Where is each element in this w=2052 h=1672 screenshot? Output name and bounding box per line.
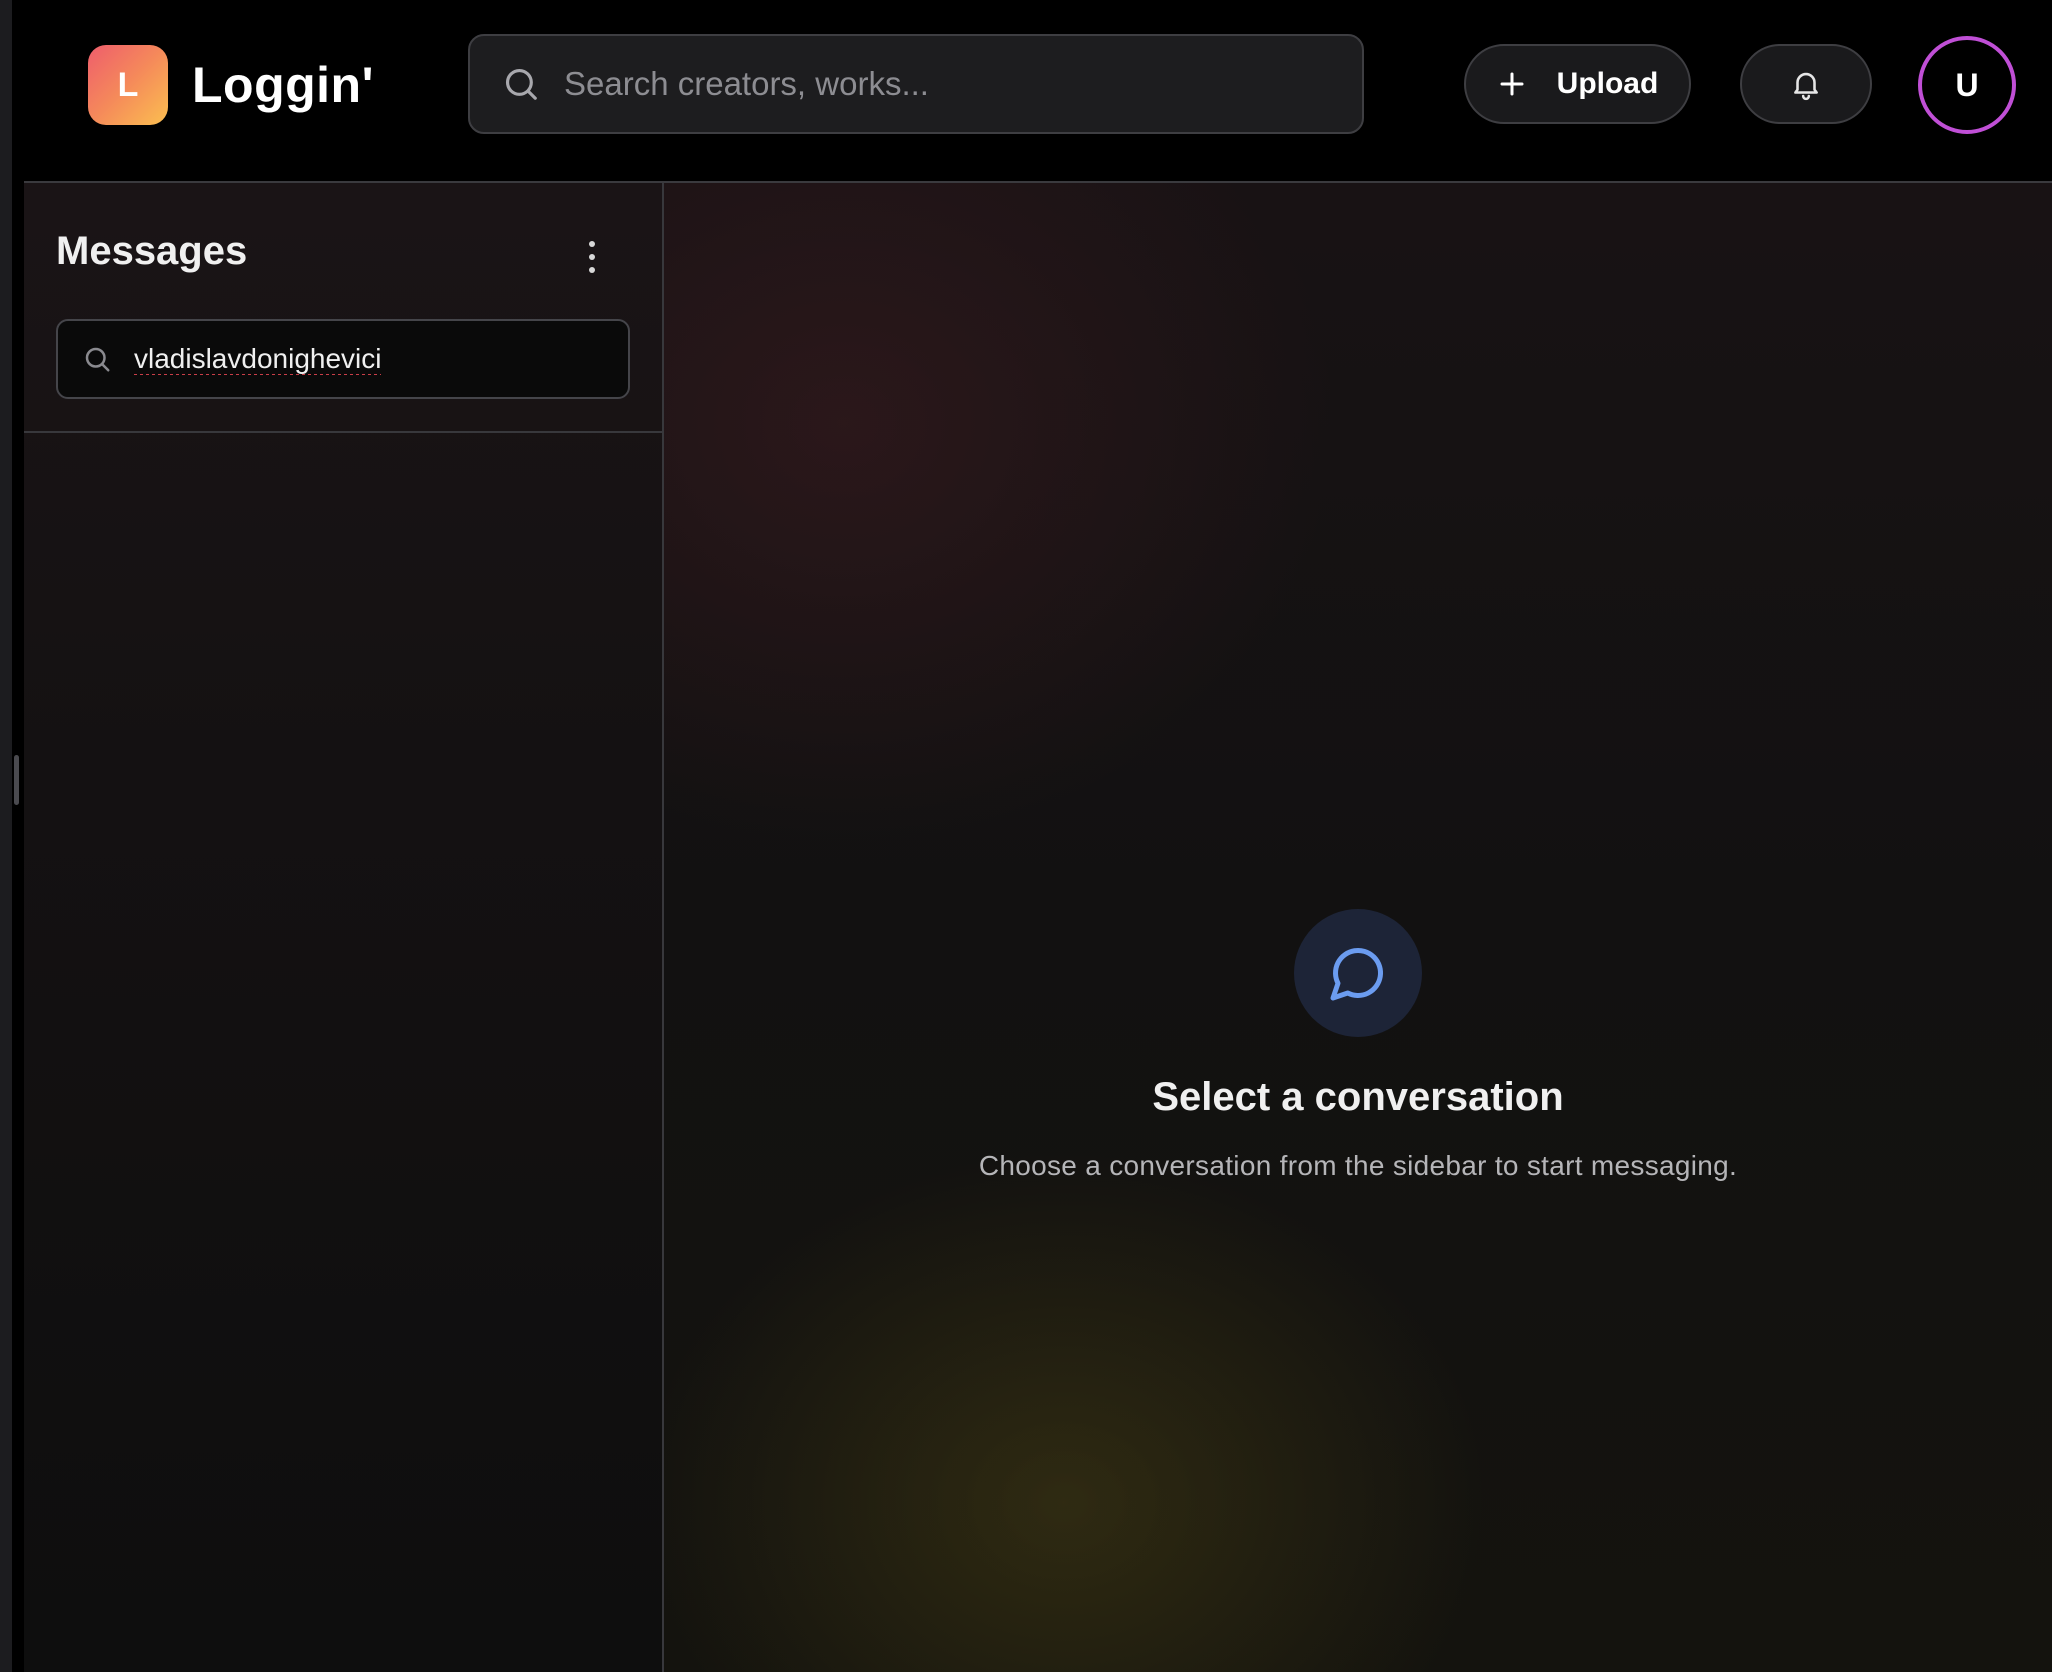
empty-state-icon-wrap <box>1294 909 1422 1037</box>
window-edge <box>0 0 12 1672</box>
search-icon <box>505 68 537 100</box>
empty-state-title: Select a conversation <box>1152 1075 1564 1119</box>
resize-handle[interactable] <box>14 755 19 805</box>
avatar-initial: U <box>1955 66 1979 103</box>
global-search[interactable] <box>468 34 1364 134</box>
message-circle-icon <box>1330 947 1384 1001</box>
sidebar-title: Messages <box>56 229 248 273</box>
upload-button[interactable]: Upload <box>1464 44 1691 124</box>
sidebar-header: Messages <box>24 183 662 433</box>
global-search-input[interactable] <box>564 65 1344 103</box>
more-vertical-icon[interactable] <box>580 235 604 279</box>
messages-sidebar: Messages <box>24 183 664 1672</box>
user-avatar[interactable]: U <box>1918 36 2016 134</box>
search-icon <box>85 347 110 372</box>
brand-logo-initial: L <box>117 65 139 104</box>
empty-state-subtitle: Choose a conversation from the sidebar t… <box>978 1150 1738 1181</box>
conversation-search[interactable] <box>56 319 630 399</box>
brand-logo: L <box>88 45 168 125</box>
top-bar: L Loggin' Upload U <box>24 0 2052 183</box>
bell-icon <box>1794 72 1818 101</box>
upload-button-label: Upload <box>1556 67 1659 100</box>
plus-icon <box>1500 72 1524 96</box>
notifications-button[interactable] <box>1740 44 1872 124</box>
empty-state: Select a conversation Choose a conversat… <box>664 909 2052 1182</box>
conversation-search-input[interactable] <box>134 343 614 375</box>
brand-name: Loggin' <box>192 57 374 113</box>
brand[interactable]: L Loggin' <box>88 44 374 126</box>
app-root: L Loggin' Upload U <box>0 0 2052 1672</box>
conversation-pane: Select a conversation Choose a conversat… <box>664 183 2052 1672</box>
